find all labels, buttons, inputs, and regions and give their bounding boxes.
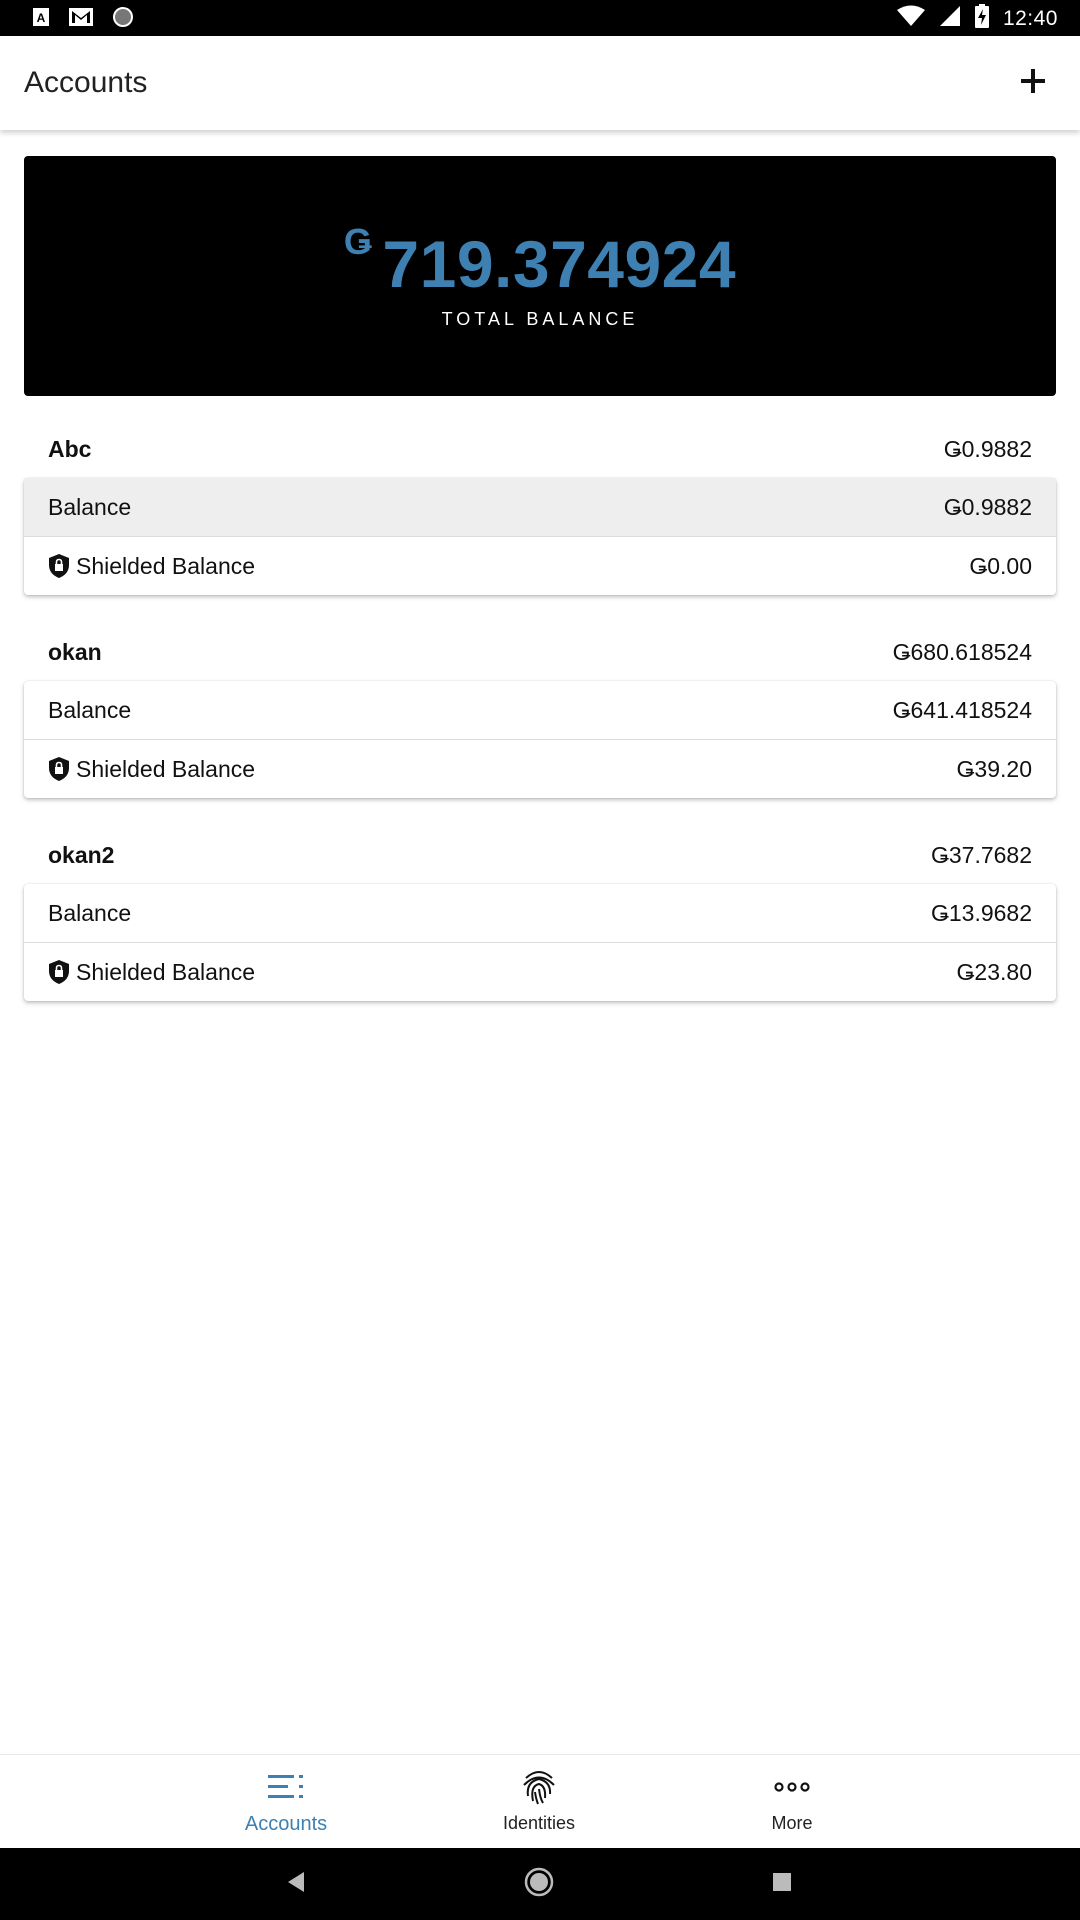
shielded-balance-row[interactable]: Shielded Balance Ǥ0.00 (24, 536, 1056, 595)
add-account-button[interactable] (1008, 58, 1058, 108)
account-name: okan (48, 638, 102, 665)
back-button[interactable] (278, 1866, 314, 1902)
cell-signal-icon (939, 5, 961, 32)
account-section: okan2 Ǥ37.7682 Balance Ǥ13.9682 Shielded… (24, 826, 1056, 1001)
total-balance-value: 719.374924 (382, 227, 737, 301)
account-section: Abc Ǥ0.9882 Balance Ǥ0.9882 Shielded Bal… (24, 420, 1056, 595)
shielded-balance-label: Shielded Balance (76, 958, 256, 985)
balance-value: Ǥ641.418524 (892, 696, 1032, 723)
shielded-balance-value: Ǥ0.00 (969, 552, 1032, 579)
account-total: Ǥ680.618524 (892, 638, 1032, 665)
account-total: Ǥ0.9882 (943, 435, 1032, 462)
page-title: Accounts (24, 66, 148, 99)
nav-label-identities: Identities (502, 1813, 576, 1833)
shielded-balance-row[interactable]: Shielded Balance Ǥ23.80 (24, 942, 1056, 1001)
nav-item-more[interactable]: More (712, 1755, 872, 1849)
balance-value: Ǥ0.9882 (943, 493, 1032, 520)
balance-label: Balance (48, 696, 132, 723)
system-navigation-bar (0, 1848, 1080, 1920)
home-circle-icon (524, 1867, 554, 1902)
text-a-icon: A (32, 7, 50, 32)
list-icon (268, 1767, 304, 1807)
gmail-icon (68, 7, 94, 32)
account-header[interactable]: okan2 Ǥ37.7682 (24, 826, 1056, 884)
shielded-balance-value: Ǥ39.20 (956, 755, 1032, 782)
shield-lock-icon (48, 756, 70, 782)
account-name: Abc (48, 435, 92, 462)
shielded-balance-value: Ǥ23.80 (956, 958, 1032, 985)
currency-symbol: Ǥ (343, 221, 373, 262)
total-balance-amount: Ǥ 719.374924 (24, 221, 1056, 302)
shielded-balance-row[interactable]: Shielded Balance Ǥ39.20 (24, 739, 1056, 798)
total-balance-label: TOTAL BALANCE (441, 309, 639, 329)
balance-label: Balance (48, 493, 132, 520)
account-total: Ǥ37.7682 (930, 841, 1032, 868)
nav-item-identities[interactable]: Identities (459, 1755, 619, 1849)
account-section: okan Ǥ680.618524 Balance Ǥ641.418524 Shi… (24, 623, 1056, 798)
back-triangle-icon (286, 1871, 306, 1898)
account-card[interactable]: Balance Ǥ641.418524 Shielded Balance Ǥ39… (24, 681, 1056, 798)
wifi-icon (896, 5, 925, 32)
status-bar: A 12:40 (0, 0, 1080, 36)
account-card[interactable]: Balance Ǥ0.9882 Shielded Balance Ǥ0.00 (24, 478, 1056, 595)
account-header[interactable]: Abc Ǥ0.9882 (24, 420, 1056, 478)
circle-icon (112, 6, 134, 33)
more-dots-icon (774, 1767, 810, 1807)
shielded-balance-label: Shielded Balance (76, 552, 256, 579)
balance-value: Ǥ13.9682 (930, 899, 1032, 926)
bottom-navigation: Accounts Identities More (0, 1754, 1080, 1849)
nav-label-more: More (771, 1813, 813, 1833)
nav-label-accounts: Accounts (244, 1813, 328, 1835)
shield-lock-icon (48, 553, 70, 579)
balance-row[interactable]: Balance Ǥ0.9882 (24, 478, 1056, 536)
recents-button[interactable] (764, 1866, 800, 1902)
balance-row[interactable]: Balance Ǥ641.418524 (24, 681, 1056, 739)
shielded-balance-label: Shielded Balance (76, 755, 256, 782)
balance-label: Balance (48, 899, 132, 926)
app-bar: Accounts (0, 36, 1080, 130)
fingerprint-icon (521, 1767, 557, 1807)
home-button[interactable] (521, 1866, 557, 1902)
account-name: okan2 (48, 841, 115, 868)
shield-lock-icon (48, 959, 70, 985)
nav-item-accounts[interactable]: Accounts (206, 1755, 366, 1849)
plus-icon (1019, 67, 1047, 100)
battery-charging-icon (974, 4, 989, 33)
account-header[interactable]: okan Ǥ680.618524 (24, 623, 1056, 681)
status-time: 12:40 (1002, 6, 1058, 30)
account-card[interactable]: Balance Ǥ13.9682 Shielded Balance Ǥ23.80 (24, 884, 1056, 1001)
recents-square-icon (772, 1872, 792, 1897)
total-balance-card: Ǥ 719.374924 TOTAL BALANCE (24, 156, 1056, 396)
balance-row[interactable]: Balance Ǥ13.9682 (24, 884, 1056, 942)
svg-text:A: A (37, 11, 46, 25)
